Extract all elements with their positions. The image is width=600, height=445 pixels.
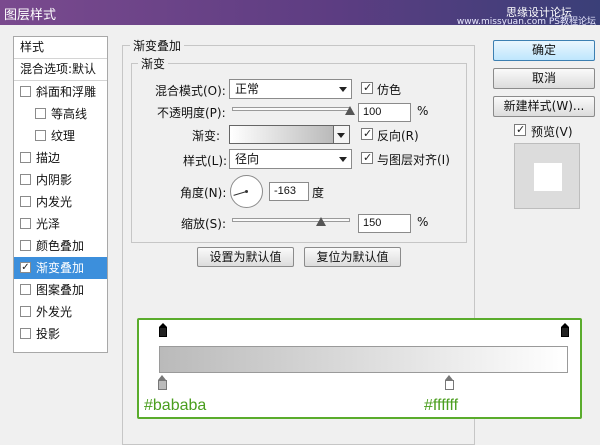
blend-mode-label: 混合模式(O):	[155, 84, 226, 98]
scale-label: 缩放(S):	[181, 217, 227, 231]
opacity-unit: %	[417, 104, 429, 118]
angle-input[interactable]: -163	[269, 182, 309, 201]
reverse-label: 反向(R)	[377, 129, 419, 143]
opacity-input[interactable]: 100	[358, 103, 411, 122]
reverse-checkbox[interactable]: ✓	[361, 127, 373, 140]
align-with-layer-label: 与图层对齐(I)	[377, 153, 450, 167]
style-label: 样式(L):	[183, 154, 228, 168]
window-title: 图层样式	[4, 8, 57, 23]
sidebar-item-label: 纹理	[51, 129, 76, 143]
style-value: 径向	[235, 152, 260, 166]
preview-swatch	[534, 163, 562, 191]
color-stop-right[interactable]	[445, 375, 455, 390]
scale-input[interactable]: 150	[358, 214, 411, 233]
gradient-subgroup-title: 渐变	[138, 55, 169, 72]
opacity-slider[interactable]	[232, 107, 350, 111]
angle-unit: 度	[312, 186, 325, 200]
sidebar-item[interactable]: 纹理	[14, 125, 107, 147]
sidebar-item-checkbox[interactable]	[35, 130, 46, 141]
chevron-down-icon	[339, 87, 347, 92]
sidebar-item-checkbox[interactable]	[20, 306, 31, 317]
sidebar-item-checkbox[interactable]	[20, 196, 31, 207]
sidebar-item[interactable]: 图案叠加	[14, 279, 107, 301]
chevron-down-icon	[337, 133, 345, 138]
sidebar-item-checkbox[interactable]	[20, 86, 31, 97]
sidebar-item[interactable]: 内阴影	[14, 169, 107, 191]
gradient-bar[interactable]	[159, 346, 568, 373]
sidebar-item[interactable]: ✓ 渐变叠加	[14, 257, 107, 279]
sidebar-item-label: 等高线	[51, 107, 88, 121]
sidebar-item-label: 内发光	[36, 195, 73, 209]
sidebar-item-checkbox[interactable]	[20, 174, 31, 185]
sidebar-item-checkbox[interactable]	[20, 152, 31, 163]
styles-list: 样式 混合选项:默认 斜面和浮雕等高线纹理描边内阴影内发光光泽颜色叠加 ✓ 渐变叠加…	[13, 36, 108, 353]
reset-default-button[interactable]: 复位为默认值	[304, 247, 401, 267]
sidebar-item-checkbox[interactable]	[20, 240, 31, 251]
style-select[interactable]: 径向	[229, 149, 352, 169]
scale-slider[interactable]	[232, 218, 350, 222]
align-with-layer-checkbox[interactable]: ✓	[361, 151, 373, 164]
gradient-overlay-title: 渐变叠加	[130, 37, 185, 54]
blend-mode-value: 正常	[235, 82, 260, 96]
gradient-picker-button[interactable]	[334, 125, 350, 144]
sidebar-item[interactable]: 内发光	[14, 191, 107, 213]
sidebar-item-label: 外发光	[36, 305, 73, 319]
style-preview-thumbnail	[514, 143, 580, 209]
sidebar-item[interactable]: 颜色叠加	[14, 235, 107, 257]
sidebar-item-checkbox[interactable]	[20, 328, 31, 339]
left-color-label: #bababa	[144, 397, 207, 414]
new-style-button[interactable]: 新建样式(W)...	[493, 96, 595, 117]
sidebar-item-label: 斜面和浮雕	[36, 85, 97, 99]
set-default-button[interactable]: 设置为默认值	[197, 247, 294, 267]
sidebar-item-label: 投影	[36, 327, 61, 341]
blend-mode-select[interactable]: 正常	[229, 79, 352, 99]
sidebar-item-label: 渐变叠加	[36, 261, 85, 275]
sidebar-item-checkbox[interactable]	[20, 284, 31, 295]
chevron-down-icon	[339, 157, 347, 162]
styles-header[interactable]: 样式	[14, 37, 107, 59]
angle-dial[interactable]	[230, 175, 263, 208]
sidebar-item[interactable]: 外发光	[14, 301, 107, 323]
opacity-slider-thumb[interactable]	[345, 106, 355, 115]
angle-needle-icon	[233, 190, 248, 196]
opacity-label: 不透明度(P):	[157, 106, 226, 120]
sidebar-item[interactable]: 描边	[14, 147, 107, 169]
sidebar-item[interactable]: 等高线	[14, 103, 107, 125]
dither-checkbox[interactable]: ✓	[361, 81, 373, 94]
checkmark-icon: ✓	[363, 151, 373, 164]
blending-options-item[interactable]: 混合选项:默认	[14, 59, 107, 81]
gradient-editor-callout: #bababa #ffffff	[137, 318, 582, 419]
angle-label: 角度(N):	[180, 186, 227, 200]
sidebar-item[interactable]: 光泽	[14, 213, 107, 235]
checkmark-icon: ✓	[363, 81, 373, 94]
sidebar-item-label: 描边	[36, 151, 61, 165]
opacity-stop-left[interactable]	[159, 323, 167, 337]
sidebar-item-checkbox[interactable]: ✓	[20, 262, 31, 273]
right-color-label: #ffffff	[424, 397, 459, 414]
sidebar-item[interactable]: 斜面和浮雕	[14, 81, 107, 103]
sidebar-item-label: 内阴影	[36, 173, 73, 187]
sidebar-item-label: 光泽	[36, 217, 61, 231]
preview-label: 预览(V)	[531, 125, 573, 139]
checkmark-icon: ✓	[363, 127, 373, 140]
scale-unit: %	[417, 215, 429, 229]
opacity-stop-right[interactable]	[561, 323, 569, 337]
title-bar: 图层样式 思缘设计论坛 www.missyuan.com PS教程论坛	[0, 0, 600, 27]
sidebar-item-checkbox[interactable]	[20, 218, 31, 229]
cancel-button[interactable]: 取消	[493, 68, 595, 89]
checkmark-icon: ✓	[516, 123, 526, 136]
gradient-label: 渐变:	[192, 129, 221, 143]
sidebar-item-checkbox[interactable]	[35, 108, 46, 119]
sidebar-item-label: 图案叠加	[36, 283, 85, 297]
preview-checkbox[interactable]: ✓	[514, 123, 526, 136]
gradient-swatch[interactable]	[229, 125, 334, 144]
color-stop-left[interactable]	[158, 375, 167, 390]
ok-button[interactable]: 确定	[493, 40, 595, 61]
sidebar-item-label: 颜色叠加	[36, 239, 85, 253]
scale-slider-thumb[interactable]	[315, 217, 326, 226]
dither-label: 仿色	[377, 83, 402, 97]
sidebar-item[interactable]: 投影	[14, 323, 107, 345]
